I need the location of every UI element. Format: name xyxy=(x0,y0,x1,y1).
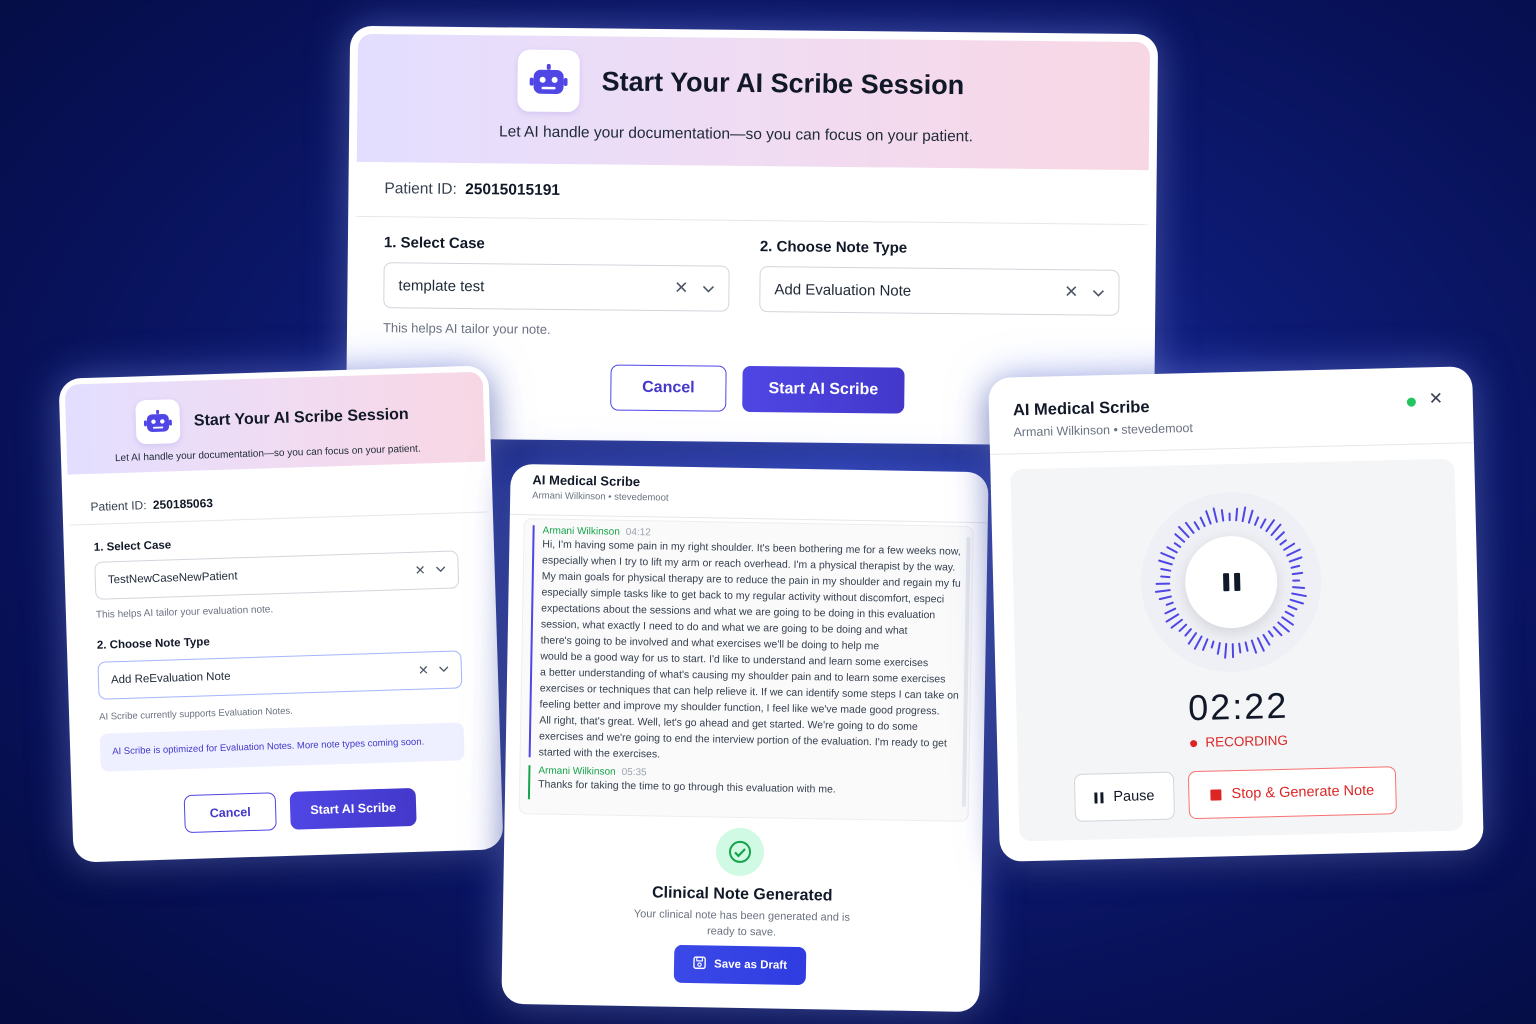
save-icon xyxy=(693,956,706,972)
patient-id-value: 250185063 xyxy=(152,496,214,512)
audio-level-tick xyxy=(1238,642,1242,654)
audio-level-tick xyxy=(1160,575,1171,579)
clear-icon[interactable]: ✕ xyxy=(674,278,688,298)
chevron-down-icon[interactable] xyxy=(702,280,715,297)
cancel-button[interactable]: Cancel xyxy=(183,792,277,834)
case-hint: This helps AI tailor your note. xyxy=(382,320,551,337)
case-select-value: TestNewCaseNewPatient xyxy=(107,570,238,587)
pause-label: Pause xyxy=(1113,788,1155,806)
select-case-label: 1. Select Case xyxy=(383,234,485,253)
note-type-label: 2. Choose Note Type xyxy=(759,238,908,257)
patient-id-label: Patient ID: xyxy=(90,498,147,514)
note-type-value: Add Evaluation Note xyxy=(774,280,912,300)
audio-level-tick xyxy=(1291,571,1304,576)
timestamp: 04:12 xyxy=(625,526,651,539)
note-type-label: 2. Choose Note Type xyxy=(96,636,210,652)
start-session-dialog-secondary: Start Your AI Scribe Session Let AI hand… xyxy=(58,365,504,863)
transcript-panel: AI Medical Scribe Armani Wilkinson • ste… xyxy=(501,463,989,1013)
scrollbar[interactable] xyxy=(961,536,971,807)
panel-subtitle: Armani Wilkinson • stevedemoot xyxy=(1013,420,1194,440)
patient-id: Patient ID: 250185063 xyxy=(90,496,213,514)
save-as-draft-button[interactable]: Save as Draft xyxy=(673,944,807,986)
case-select[interactable]: TestNewCaseNewPatient ✕ xyxy=(94,550,460,600)
chevron-down-icon[interactable] xyxy=(439,664,449,676)
success-check-icon xyxy=(715,827,765,877)
start-ai-scribe-button[interactable]: Start AI Scribe xyxy=(742,365,905,414)
transcript-entry: Armani Wilkinson 05:35 Thanks for taking … xyxy=(538,765,958,799)
stop-generate-button[interactable]: Stop & Generate Note xyxy=(1187,766,1397,820)
recording-panel: AI Medical Scribe Armani Wilkinson • ste… xyxy=(988,366,1484,862)
robot-icon xyxy=(135,399,181,445)
panel-title: AI Medical Scribe xyxy=(532,472,641,490)
speaker-bar xyxy=(527,765,531,800)
note-type-select[interactable]: Add ReEvaluation Note ✕ xyxy=(97,650,463,700)
transcript-entry: Armani Wilkinson 04:12 Hi, I'm having som… xyxy=(539,525,963,767)
note-type-select[interactable]: Add Evaluation Note ✕ xyxy=(759,266,1120,316)
dialog-header xyxy=(356,33,1151,171)
pause-button[interactable]: Pause xyxy=(1073,771,1176,822)
close-icon[interactable]: ✕ xyxy=(1429,389,1444,409)
save-as-draft-label: Save as Draft xyxy=(714,958,788,972)
clear-icon[interactable]: ✕ xyxy=(415,562,426,578)
audio-level-tick xyxy=(1292,586,1306,589)
transcript-box[interactable]: Armani Wilkinson 04:12 Hi, I'm having som… xyxy=(518,518,974,822)
pause-icon xyxy=(1094,791,1104,804)
stop-generate-label: Stop & Generate Note xyxy=(1231,782,1375,803)
timestamp: 05:35 xyxy=(621,766,647,779)
info-banner: AI Scribe is optimized for Evaluation No… xyxy=(99,722,465,772)
chevron-down-icon[interactable] xyxy=(435,564,446,576)
audio-level-tick xyxy=(1220,509,1225,522)
cancel-button[interactable]: Cancel xyxy=(610,364,727,412)
stop-icon xyxy=(1210,788,1222,801)
select-case-label: 1. Select Case xyxy=(93,539,172,554)
divider xyxy=(356,215,1149,226)
start-ai-scribe-button[interactable]: Start AI Scribe xyxy=(289,787,417,830)
status-title: Clinical Note Generated xyxy=(651,884,833,905)
case-select[interactable]: template test ✕ xyxy=(383,262,730,312)
case-hint: This helps AI tailor your evaluation not… xyxy=(95,604,274,621)
robot-icon xyxy=(517,49,580,113)
audio-level-tick xyxy=(1235,507,1239,522)
recording-dot-icon xyxy=(1190,739,1198,748)
pause-icon xyxy=(1222,572,1240,592)
case-select-value: template test xyxy=(398,276,485,295)
patient-id: Patient ID: 25015015191 xyxy=(384,180,560,200)
divider xyxy=(990,442,1474,455)
transcript-text: Hi, I'm having some pain in my right sho… xyxy=(539,536,963,767)
divider xyxy=(69,511,487,526)
panel-title: AI Medical Scribe xyxy=(1012,398,1150,420)
panel-subtitle: Armani Wilkinson • stevedemoot xyxy=(532,490,669,504)
patient-id-label: Patient ID: xyxy=(384,180,457,198)
live-status-dot xyxy=(1406,397,1416,407)
note-type-value: Add ReEvaluation Note xyxy=(110,670,231,687)
recording-label: RECORDING xyxy=(1205,732,1289,750)
note-type-hint: AI Scribe currently supports Evaluation … xyxy=(98,705,294,723)
clear-icon[interactable]: ✕ xyxy=(1064,282,1078,302)
patient-id-value: 25015015191 xyxy=(465,180,561,199)
speaker-bar xyxy=(528,525,535,758)
dialog-title: Start Your AI Scribe Session xyxy=(601,66,965,101)
chevron-down-icon[interactable] xyxy=(1092,284,1105,301)
clear-icon[interactable]: ✕ xyxy=(418,662,429,678)
